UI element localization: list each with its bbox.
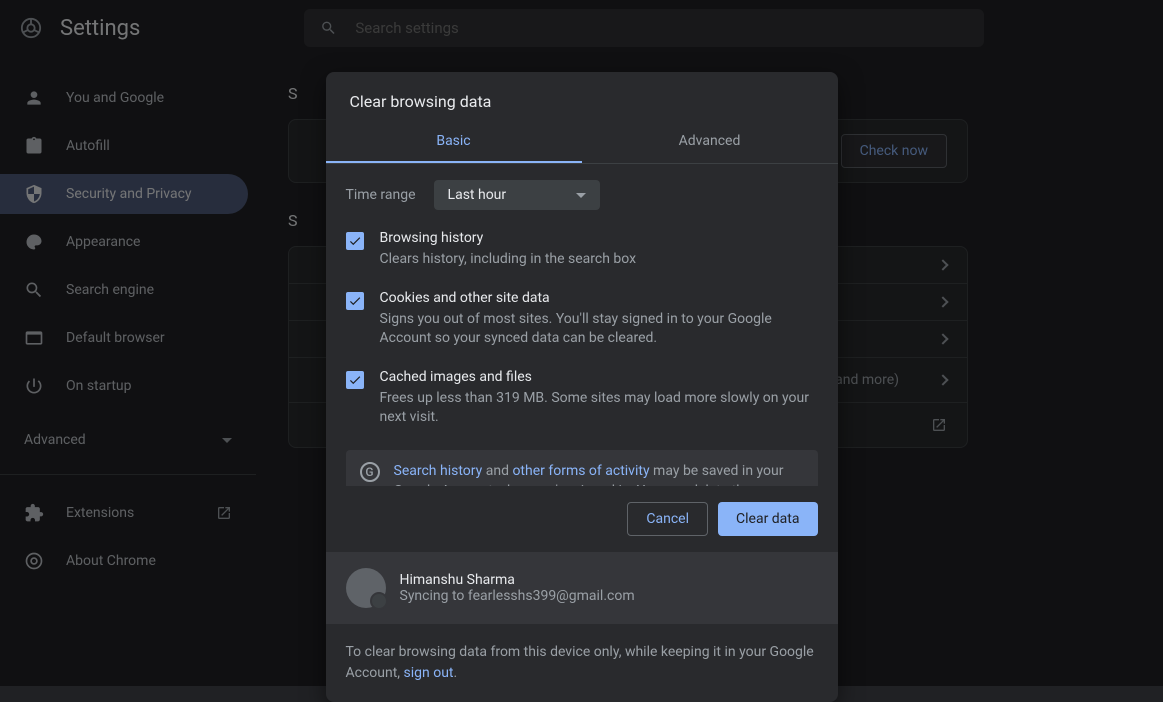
time-range-value: Last hour — [448, 187, 507, 203]
tab-basic[interactable]: Basic — [326, 121, 582, 163]
dialog-tabs: Basic Advanced — [326, 121, 838, 164]
time-range-label: Time range — [346, 187, 416, 203]
search-history-link[interactable]: Search history — [394, 463, 483, 479]
google-icon: G — [360, 462, 380, 482]
checkbox-browsing-history[interactable]: Browsing history Clears history, includi… — [326, 220, 838, 280]
checkbox-input[interactable] — [346, 292, 364, 310]
footer-note: To clear browsing data from this device … — [326, 624, 838, 702]
checkbox-cached-images[interactable]: Cached images and files Frees up less th… — [326, 359, 838, 438]
account-sync-status: Syncing to fearlesshs399@gmail.com — [400, 588, 635, 604]
checkbox-title: Browsing history — [380, 230, 637, 246]
info-text: Search history and other forms of activi… — [394, 462, 804, 486]
tab-advanced[interactable]: Advanced — [582, 121, 838, 163]
checkbox-title: Cookies and other site data — [380, 290, 818, 306]
clear-browsing-data-dialog: Clear browsing data Basic Advanced Time … — [326, 72, 838, 702]
other-activity-link[interactable]: other forms of activity — [512, 463, 649, 479]
clear-data-button[interactable]: Clear data — [718, 502, 817, 536]
checkbox-desc: Frees up less than 319 MB. Some sites ma… — [380, 389, 818, 428]
chevron-down-icon — [576, 193, 586, 198]
checkbox-title: Cached images and files — [380, 369, 818, 385]
sign-out-link[interactable]: sign out — [404, 665, 454, 681]
dialog-scroll-area[interactable]: Time range Last hour Browsing history Cl… — [326, 164, 838, 486]
account-name: Himanshu Sharma — [400, 572, 635, 588]
avatar — [346, 568, 386, 608]
modal-overlay: Clear browsing data Basic Advanced Time … — [0, 0, 1163, 686]
dialog-actions: Cancel Clear data — [326, 486, 838, 552]
account-section: Himanshu Sharma Syncing to fearlesshs399… — [326, 552, 838, 624]
checkbox-desc: Clears history, including in the search … — [380, 250, 637, 270]
checkbox-input[interactable] — [346, 371, 364, 389]
google-info-box: G Search history and other forms of acti… — [346, 450, 818, 486]
checkbox-input[interactable] — [346, 232, 364, 250]
checkbox-desc: Signs you out of most sites. You'll stay… — [380, 310, 818, 349]
checkbox-cookies[interactable]: Cookies and other site data Signs you ou… — [326, 280, 838, 359]
dialog-title: Clear browsing data — [326, 72, 838, 121]
cancel-button[interactable]: Cancel — [627, 502, 708, 536]
time-range-dropdown[interactable]: Last hour — [434, 180, 601, 210]
